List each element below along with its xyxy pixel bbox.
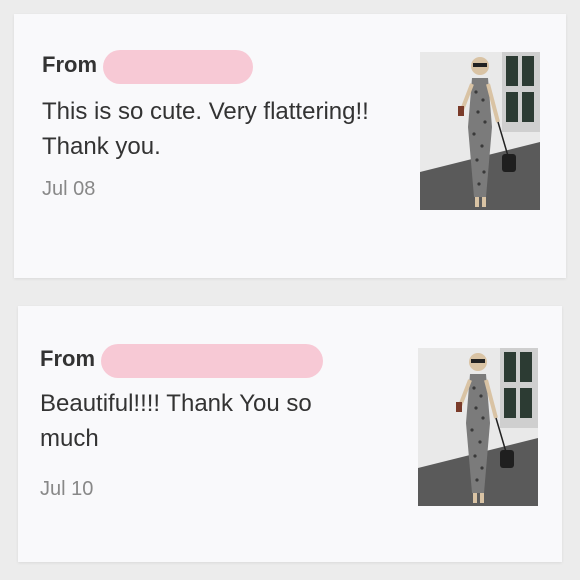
redacted-sender-name: [103, 50, 253, 84]
review-date: Jul 08: [42, 178, 96, 200]
review-message: This is so cute. Very flattering!! Thank…: [42, 98, 369, 160]
from-label: From: [40, 346, 95, 371]
review-message: Beautiful!!!! Thank You so much: [40, 390, 312, 452]
redacted-sender-name: [101, 344, 323, 378]
product-photo-thumbnail[interactable]: [418, 348, 538, 506]
review-date: Jul 10: [40, 478, 94, 500]
from-row: From: [40, 342, 323, 378]
product-photo-thumbnail[interactable]: [420, 52, 540, 210]
from-row: From: [42, 48, 253, 84]
review-card: From Beautiful!!!! Thank You so much Jul…: [18, 306, 562, 562]
dress-photo-icon: [418, 348, 538, 506]
from-label: From: [42, 52, 97, 77]
review-card: From This is so cute. Very flattering!! …: [14, 14, 566, 278]
dress-photo-icon: [420, 52, 540, 210]
